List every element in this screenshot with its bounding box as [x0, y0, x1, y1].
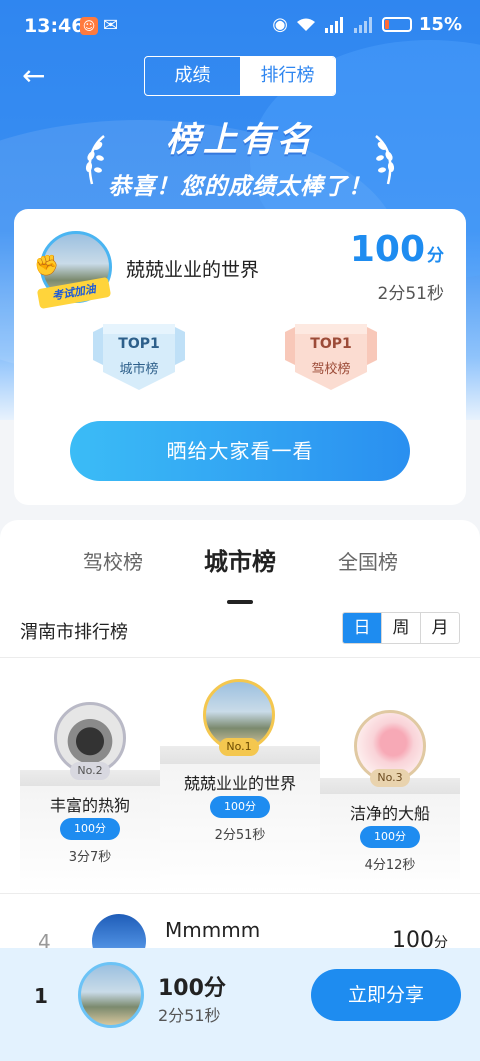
- battery-icon: [381, 17, 412, 32]
- score-value: 100 分: [350, 229, 444, 270]
- my-rank-bar: 1 100分 2分51秒 立即分享: [0, 948, 480, 1061]
- podium-name-1: 兢兢业业的世界: [183, 774, 296, 793]
- signal-icon: [353, 16, 372, 33]
- my-avatar: [78, 962, 144, 1028]
- leaderboard-tabs: 驾校榜 城市榜 全国榜: [0, 542, 480, 604]
- period-day[interactable]: 日: [343, 613, 381, 643]
- tab-national-rank[interactable]: 全国榜: [338, 546, 398, 575]
- user-name: 兢兢业业的世界: [126, 259, 260, 281]
- school-badge-top: TOP1: [310, 336, 352, 352]
- back-arrow-icon[interactable]: ←: [22, 60, 54, 92]
- ranking-title: 渭南市排行榜: [20, 622, 128, 643]
- podium-name-3: 洁净的大船: [349, 804, 430, 823]
- tab-score[interactable]: 成绩: [145, 57, 240, 95]
- notification-app-icon: ☺: [80, 17, 98, 35]
- banner-title: 榜上有名: [166, 120, 314, 160]
- status-bar: 13:46 ☺ ✉ ◉ 15%: [0, 0, 480, 52]
- eye-icon: ◉: [272, 14, 288, 35]
- ranking-header: 渭南市排行榜 日 周 月: [0, 608, 480, 658]
- tab-leaderboard[interactable]: 排行榜: [240, 57, 335, 95]
- city-rank-badge: TOP1 城市榜: [91, 322, 187, 394]
- exam-time: 2分51秒: [377, 284, 444, 304]
- podium-rank-3: No.3: [370, 769, 410, 787]
- active-tab-indicator: [227, 600, 253, 604]
- podium-time-2: 3分7秒: [68, 850, 112, 865]
- city-badge-top: TOP1: [118, 336, 160, 352]
- signal-icon: [324, 16, 343, 33]
- wifi-icon: [296, 18, 315, 31]
- podium-name-2: 丰富的热狗: [49, 796, 130, 815]
- my-time: 2分51秒: [158, 1006, 221, 1025]
- score-number: 100: [349, 229, 425, 270]
- podium-score-1: 100分: [210, 796, 270, 818]
- podium-time-3: 4分12秒: [364, 858, 416, 873]
- congrats-banner: 榜上有名 恭喜！您的成绩太棒了！: [0, 112, 480, 201]
- school-rank-badge: TOP1 驾校榜: [283, 322, 379, 394]
- banner-subtitle: 恭喜！您的成绩太棒了！: [108, 174, 372, 200]
- podium-time-1: 2分51秒: [214, 828, 266, 843]
- status-time: 13:46: [24, 15, 85, 37]
- podium-score-2: 100分: [60, 818, 120, 840]
- share-now-button[interactable]: 立即分享: [311, 969, 461, 1021]
- city-badge-label: 城市榜: [119, 362, 159, 377]
- header-segmented-control: 成绩 排行榜: [144, 56, 336, 96]
- podium-rank-2: No.2: [70, 762, 110, 780]
- period-month[interactable]: 月: [420, 613, 459, 643]
- status-icons: ◉ 15%: [272, 14, 462, 35]
- tab-city-rank[interactable]: 城市榜: [204, 542, 276, 577]
- school-badge-label: 驾校榜: [311, 362, 351, 377]
- battery-percent: 15%: [418, 14, 462, 35]
- wechat-icon: ✉: [103, 15, 119, 36]
- tab-school-rank[interactable]: 驾校榜: [83, 546, 143, 575]
- my-score: 100分: [158, 976, 226, 1001]
- my-rank: 1: [34, 984, 48, 1008]
- fist-icon: ✊: [34, 253, 59, 277]
- score-card: ✊ 考试加油 兢兢业业的世界 100 分 2分51秒 TOP1 城市榜 TOP1 …: [14, 209, 466, 505]
- period-week[interactable]: 周: [381, 613, 420, 643]
- list-name: Mmmmm: [165, 918, 261, 942]
- period-selector: 日 周 月: [342, 612, 460, 644]
- podium-rank-1: No.1: [219, 738, 259, 756]
- show-off-button[interactable]: 晒给大家看一看: [70, 421, 410, 481]
- podium-score-3: 100分: [360, 826, 420, 848]
- score-unit: 分: [427, 246, 444, 266]
- battery-level: [384, 20, 389, 29]
